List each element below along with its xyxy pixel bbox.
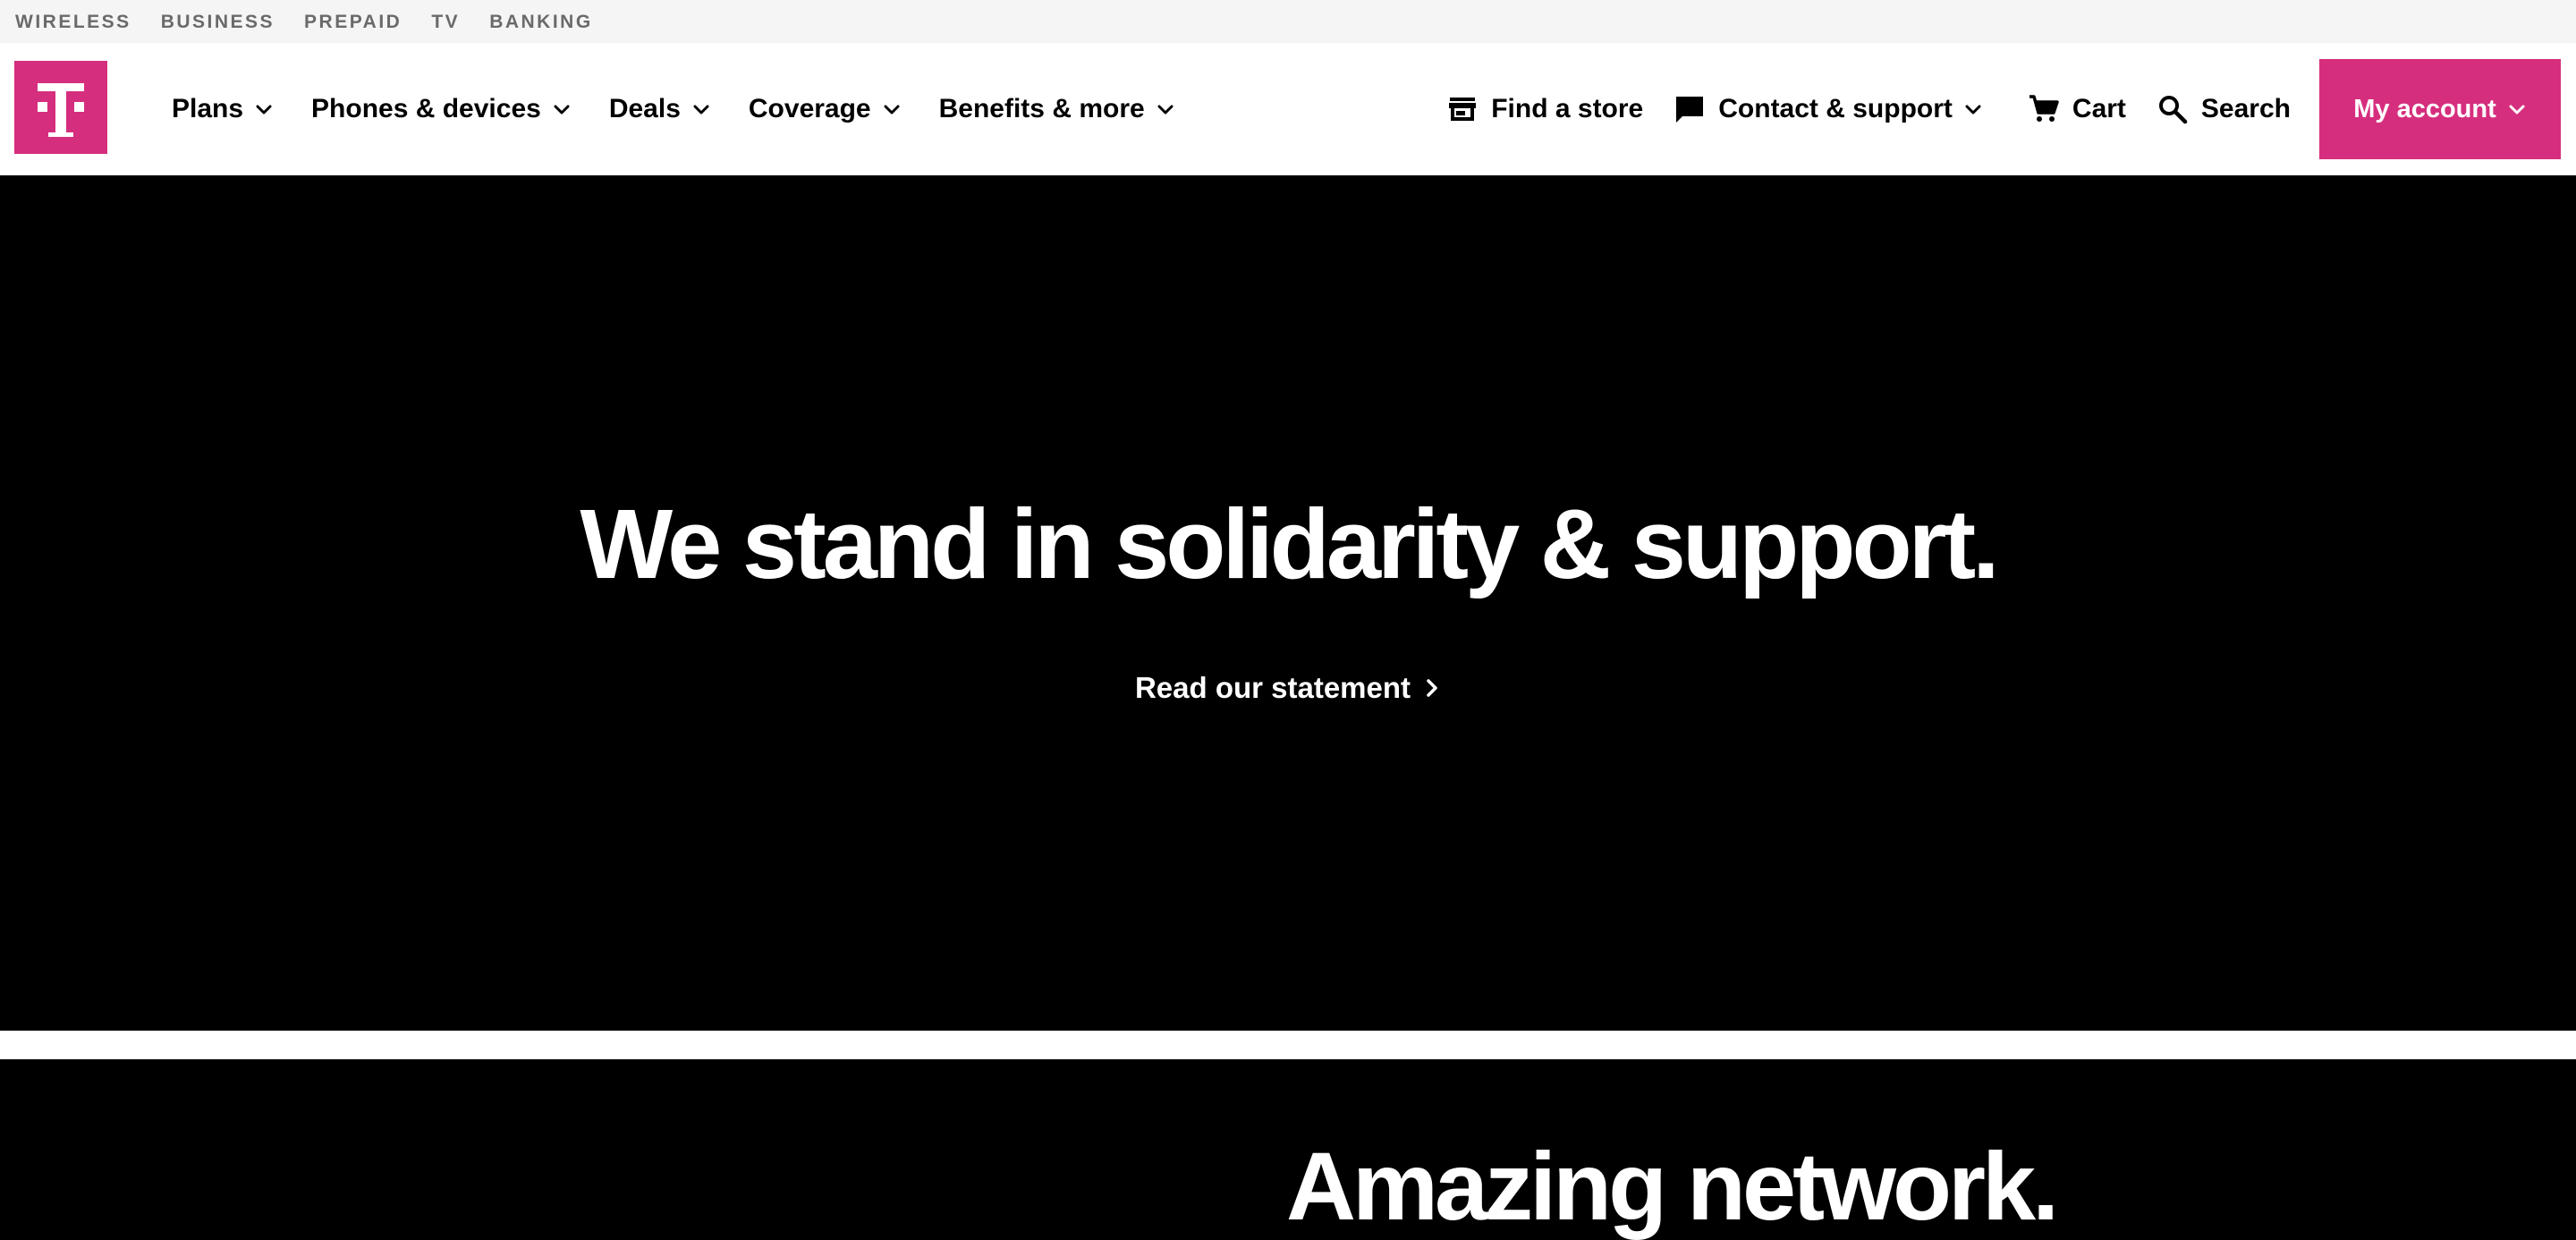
my-account-button[interactable]: My account bbox=[2319, 59, 2561, 159]
t-logo-icon bbox=[14, 61, 107, 154]
section-divider bbox=[0, 1031, 2576, 1059]
search-label: Search bbox=[2200, 94, 2291, 123]
primary-nav: Plans Phones & devices Deals Coverage Be… bbox=[172, 43, 1213, 175]
nav-item-label: Coverage bbox=[748, 94, 871, 123]
segment-link-prepaid[interactable]: PREPAID bbox=[304, 13, 402, 31]
my-account-label: My account bbox=[2353, 94, 2496, 123]
read-statement-link[interactable]: Read our statement bbox=[1135, 673, 1441, 702]
chevron-down-icon bbox=[552, 99, 572, 119]
nav-item-benefits-more[interactable]: Benefits & more bbox=[939, 96, 1175, 123]
network-section: Amazing network. bbox=[0, 1059, 2576, 1240]
network-section-title: Amazing network. bbox=[1286, 1132, 2059, 1240]
segment-link-banking[interactable]: BANKING bbox=[489, 13, 593, 31]
nav-item-coverage[interactable]: Coverage bbox=[749, 96, 902, 123]
search-icon bbox=[2157, 93, 2189, 125]
chevron-right-icon bbox=[1423, 677, 1441, 699]
chevron-down-icon bbox=[882, 99, 902, 119]
hero-banner: We stand in solidarity & support. Read o… bbox=[0, 175, 2576, 1031]
nav-item-label: Deals bbox=[608, 94, 681, 123]
segment-link-wireless[interactable]: WIRELESS bbox=[15, 13, 131, 31]
nav-item-label: Phones & devices bbox=[311, 94, 541, 123]
chat-icon bbox=[1674, 93, 1706, 125]
cart-icon bbox=[2028, 93, 2060, 125]
chevron-down-icon bbox=[691, 99, 711, 119]
hero-link-row: Read our statement bbox=[0, 673, 2576, 702]
contact-support-label: Contact & support bbox=[1718, 94, 1953, 123]
chevron-down-icon bbox=[254, 99, 274, 119]
nav-item-label: Plans bbox=[172, 94, 244, 123]
main-header: Plans Phones & devices Deals Coverage Be… bbox=[0, 43, 2576, 175]
chevron-down-icon bbox=[1156, 99, 1175, 119]
read-statement-label: Read our statement bbox=[1134, 671, 1411, 704]
chevron-down-icon bbox=[2507, 99, 2527, 119]
nav-item-label: Benefits & more bbox=[938, 94, 1145, 123]
cart-label: Cart bbox=[2072, 94, 2126, 123]
contact-support-menu[interactable]: Contact & support bbox=[1674, 93, 1983, 125]
nav-item-phones-devices[interactable]: Phones & devices bbox=[311, 96, 572, 123]
segment-link-tv[interactable]: TV bbox=[431, 13, 460, 31]
segment-link-business[interactable]: BUSINESS bbox=[161, 13, 275, 31]
utility-nav: Find a store Contact & support Cart Sear… bbox=[1446, 43, 2576, 175]
t-mobile-logo[interactable] bbox=[14, 61, 107, 154]
cart-link[interactable]: Cart bbox=[2028, 93, 2126, 125]
store-icon bbox=[1446, 93, 1479, 125]
find-store-link[interactable]: Find a store bbox=[1446, 93, 1643, 125]
hero-title: We stand in solidarity & support. bbox=[580, 489, 1999, 599]
search-button[interactable]: Search bbox=[2157, 93, 2291, 125]
find-store-label: Find a store bbox=[1491, 94, 1644, 123]
segment-bar: WIRELESS BUSINESS PREPAID TV BANKING bbox=[0, 0, 2576, 43]
chevron-down-icon bbox=[1963, 99, 1983, 119]
nav-item-plans[interactable]: Plans bbox=[172, 96, 274, 123]
nav-item-deals[interactable]: Deals bbox=[609, 96, 711, 123]
